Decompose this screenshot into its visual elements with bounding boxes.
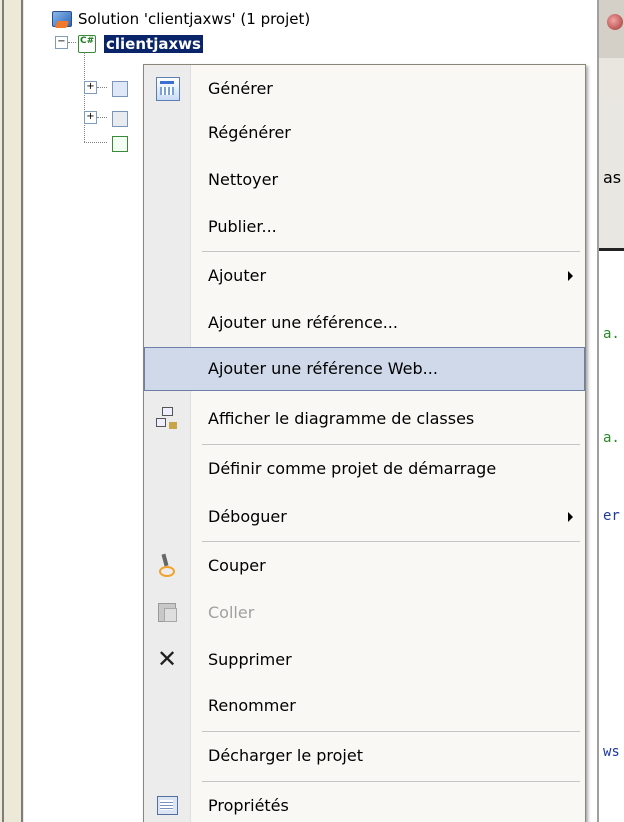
project-label: clientjaxws bbox=[104, 35, 203, 53]
menu-item-label: Afficher le diagramme de classes bbox=[208, 409, 475, 428]
delete-icon: ✕ bbox=[156, 645, 178, 673]
menu-separator bbox=[202, 781, 580, 782]
solution-icon bbox=[52, 11, 72, 27]
cut-icon bbox=[156, 554, 178, 577]
menu-separator bbox=[202, 444, 580, 445]
menu-item-label: Supprimer bbox=[208, 650, 292, 669]
submenu-arrow-icon bbox=[568, 271, 573, 281]
menu-item-label: Générer bbox=[208, 79, 273, 98]
collapse-toggle-project[interactable]: − bbox=[55, 36, 68, 49]
menu-separator bbox=[202, 731, 580, 732]
editor-toolbar bbox=[599, 58, 624, 99]
properties-icon bbox=[156, 794, 178, 816]
screenshot-root: Solution 'clientjaxws' (1 projet) − clie… bbox=[0, 0, 624, 822]
menu-item-label: Ajouter une référence... bbox=[208, 313, 398, 332]
designer-icon bbox=[607, 14, 623, 30]
menu-item-label: Propriétés bbox=[208, 796, 289, 815]
menu-item-supprimer[interactable]: ✕ Supprimer bbox=[144, 638, 585, 682]
menu-item-regenerer[interactable]: Régénérer bbox=[144, 111, 585, 155]
tree-connector bbox=[84, 52, 85, 142]
menu-item-renommer[interactable]: Renommer bbox=[144, 684, 585, 728]
solution-label: Solution 'clientjaxws' (1 projet) bbox=[78, 10, 311, 28]
properties-folder-icon bbox=[112, 81, 128, 97]
editor-text-fragment: as bbox=[603, 168, 622, 187]
editor-tab-strip bbox=[599, 0, 624, 59]
csharp-file-icon bbox=[112, 136, 128, 152]
menu-item-label: Coller bbox=[208, 603, 255, 622]
menu-item-label: Décharger le projet bbox=[208, 746, 363, 765]
build-icon bbox=[156, 77, 180, 101]
menu-item-label: Publier... bbox=[208, 217, 277, 236]
menu-item-label: Ajouter bbox=[208, 266, 267, 285]
expand-toggle-references[interactable]: + bbox=[84, 111, 97, 124]
menu-item-ajouter-reference-web[interactable]: Ajouter une référence Web... bbox=[144, 347, 585, 391]
menu-item-deboguer[interactable]: Déboguer bbox=[144, 495, 585, 539]
tree-connector bbox=[68, 42, 76, 43]
tree-item-solution[interactable]: Solution 'clientjaxws' (1 projet) bbox=[52, 8, 310, 30]
tree-connector bbox=[84, 142, 107, 143]
menu-item-generer[interactable]: Générer bbox=[144, 67, 585, 111]
menu-separator bbox=[202, 251, 580, 252]
code-fragment: ws bbox=[603, 744, 620, 760]
menu-separator bbox=[202, 541, 580, 542]
tree-connector bbox=[97, 117, 107, 118]
menu-item-couper[interactable]: Couper bbox=[144, 544, 585, 588]
menu-item-label: Ajouter une référence Web... bbox=[208, 359, 438, 378]
window-border bbox=[0, 0, 24, 822]
menu-item-ajouter[interactable]: Ajouter bbox=[144, 254, 585, 298]
menu-item-label: Nettoyer bbox=[208, 170, 279, 189]
tree-item-project[interactable]: clientjaxws bbox=[78, 33, 203, 55]
csharp-project-icon bbox=[78, 35, 96, 53]
menu-item-coller: Coller bbox=[144, 591, 585, 635]
menu-item-label: Renommer bbox=[208, 696, 296, 715]
editor-panel-edge: as a. a. er ws bbox=[597, 0, 624, 822]
menu-item-ajouter-reference[interactable]: Ajouter une référence... bbox=[144, 301, 585, 345]
menu-item-label: Couper bbox=[208, 556, 266, 575]
code-fragment: a. bbox=[603, 430, 620, 446]
menu-item-decharger-projet[interactable]: Décharger le projet bbox=[144, 734, 585, 778]
paste-icon bbox=[156, 601, 178, 623]
class-diagram-icon bbox=[156, 407, 178, 429]
menu-item-label: Régénérer bbox=[208, 123, 291, 142]
tree-connector bbox=[97, 87, 107, 88]
code-fragment: er bbox=[603, 508, 620, 524]
menu-item-label: Définir comme projet de démarrage bbox=[208, 459, 497, 478]
submenu-arrow-icon bbox=[568, 512, 573, 522]
menu-item-nettoyer[interactable]: Nettoyer bbox=[144, 158, 585, 202]
menu-item-afficher-diagramme-classes[interactable]: Afficher le diagramme de classes bbox=[144, 397, 585, 441]
project-context-menu: Générer Régénérer Nettoyer Publier... Aj… bbox=[143, 64, 586, 822]
menu-item-definir-projet-demarrage[interactable]: Définir comme projet de démarrage bbox=[144, 447, 585, 491]
menu-item-label: Déboguer bbox=[208, 507, 287, 526]
editor-header-area: as bbox=[599, 98, 624, 251]
menu-item-publier[interactable]: Publier... bbox=[144, 205, 585, 249]
references-icon bbox=[112, 111, 128, 127]
menu-item-proprietes[interactable]: Propriétés bbox=[144, 784, 585, 822]
code-fragment: a. bbox=[603, 326, 620, 342]
expand-toggle-properties[interactable]: + bbox=[84, 81, 97, 94]
